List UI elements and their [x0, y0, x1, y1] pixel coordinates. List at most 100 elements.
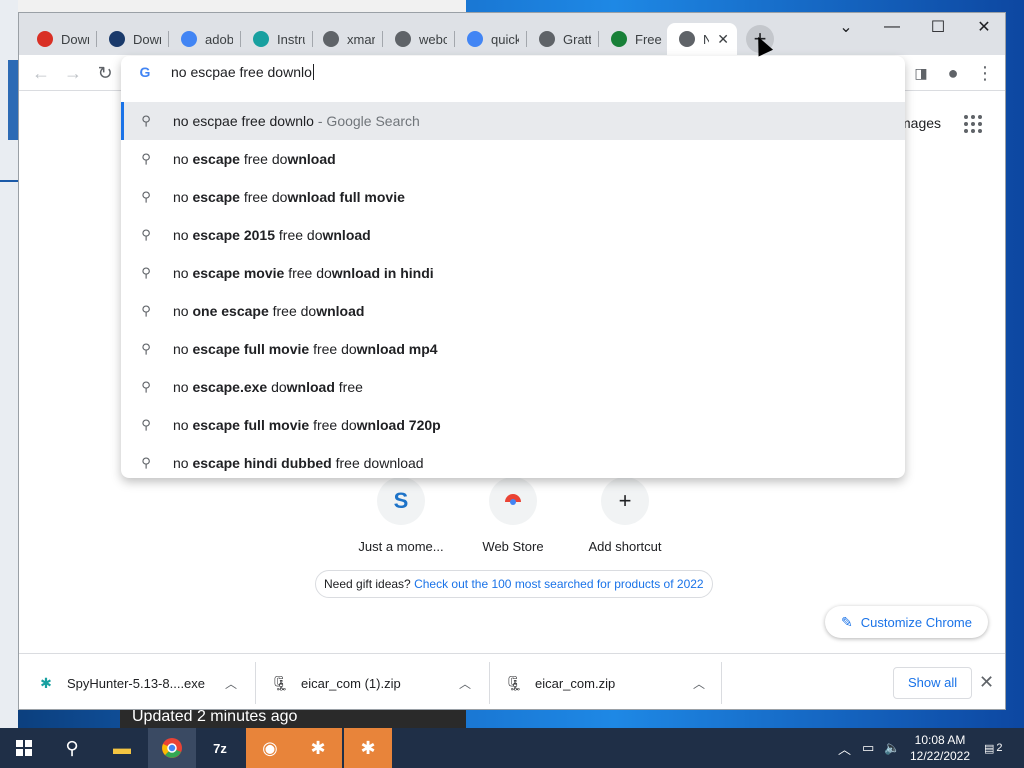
reload-icon[interactable]: ↻: [93, 61, 117, 85]
show-all-button[interactable]: Show all: [893, 667, 973, 699]
tab-3[interactable]: Instru: [241, 23, 313, 55]
apps-grid-icon[interactable]: [964, 115, 982, 133]
tab-2[interactable]: adobe: [169, 23, 241, 55]
desktop-top-strip: [18, 0, 466, 12]
download-item-spyhunter[interactable]: ✱ SpyHunter-5.13-8....exe ︿: [37, 662, 249, 704]
suggestion-text-part: free do: [239, 189, 288, 205]
spyhunter-installer-taskbar-icon[interactable]: ✱: [344, 728, 392, 768]
suggestion-text-part: no: [173, 455, 193, 471]
notification-count: 2: [996, 742, 1003, 754]
download-filename: SpyHunter-5.13-8....exe: [67, 675, 206, 691]
network-icon[interactable]: ▭: [862, 728, 874, 768]
suggestion-text-part: free do: [331, 455, 380, 471]
omnibox-suggestion[interactable]: ⚲ no escape.exe download free: [121, 368, 905, 406]
shortcut-add[interactable]: + Add shortcut: [569, 477, 681, 554]
search-icon: ⚲: [141, 113, 151, 128]
menu-icon[interactable]: ⋮: [973, 61, 997, 85]
suggestion-text-part: escape: [192, 151, 240, 167]
suggestion-text: no escape movie free download in hindi: [173, 265, 434, 281]
omnibox-suggestion[interactable]: ⚲ no escpae free downlo - Google Search: [121, 102, 905, 140]
close-window-button[interactable]: ✕: [961, 13, 1005, 41]
maximize-button[interactable]: ☐: [915, 13, 961, 41]
tab-search-icon[interactable]: ⌄: [823, 13, 869, 41]
person-icon: [253, 31, 269, 47]
download-filename: eicar_com (1).zip: [301, 675, 401, 691]
download-divider: [489, 662, 490, 704]
download-item-eicar-1[interactable]: 🗜 eicar_com (1).zip ︿: [271, 662, 483, 704]
side-panel-icon[interactable]: ◨: [909, 61, 933, 85]
zip-icon: 🗜: [505, 674, 523, 691]
omnibox-suggestion[interactable]: ⚲ no escape hindi dubbed free download: [121, 444, 905, 482]
download-divider: [721, 662, 722, 704]
forward-icon[interactable]: →: [61, 61, 85, 85]
suggestion-text-part: wnload: [322, 227, 371, 243]
tab-6[interactable]: quick: [455, 23, 527, 55]
close-download-bar-icon[interactable]: ✕: [979, 672, 994, 693]
tab-5[interactable]: webc: [383, 23, 455, 55]
omnibox-suggestion[interactable]: ⚲ no escape free download: [121, 140, 905, 178]
omnibox-suggestion[interactable]: ⚲ no escape full movie free download mp4: [121, 330, 905, 368]
file-explorer-icon[interactable]: ▬: [98, 728, 146, 768]
images-link[interactable]: mages: [899, 115, 941, 131]
q-app-icon[interactable]: ◉: [246, 728, 294, 768]
q-icon: [109, 31, 125, 47]
chevron-up-icon[interactable]: ︿: [225, 675, 237, 692]
omnibox-input[interactable]: G no escpae free downlo: [121, 56, 905, 88]
notification-icon[interactable]: ▤ 2: [984, 728, 1003, 768]
tray-chevron-icon[interactable]: ︿: [838, 728, 851, 768]
clock-time: 10:08 AM: [914, 733, 966, 747]
volume-icon[interactable]: 🔈: [884, 728, 900, 768]
spyhunter-taskbar-icon[interactable]: ✱: [294, 728, 342, 768]
tab-9[interactable]: Ne ✕: [667, 23, 737, 55]
gift-link[interactable]: Check out the 100 most searched for prod…: [414, 577, 704, 591]
suggestion-text-part: wnload: [379, 455, 424, 471]
search-icon: ⚲: [141, 417, 151, 432]
omnibox-suggestion[interactable]: ⚲ no escape 2015 free download: [121, 216, 905, 254]
7zip-icon[interactable]: 7z: [196, 728, 244, 768]
suggestion-text-part: wnload mp4: [356, 341, 438, 357]
minimize-button[interactable]: —: [869, 13, 915, 41]
tab-label: quick: [491, 31, 519, 47]
omnibox-suggestion[interactable]: ⚲ no escape movie free download in hindi: [121, 254, 905, 292]
plus-icon: +: [601, 477, 649, 525]
windows-start-icon[interactable]: [0, 728, 48, 768]
google-g-icon: G: [139, 64, 151, 80]
download-item-eicar[interactable]: 🗜 eicar_com.zip ︿: [505, 662, 717, 704]
tab-4[interactable]: xmarl: [311, 23, 383, 55]
omnibox-suggestion[interactable]: ⚲ no escape full movie free download 720p: [121, 406, 905, 444]
suggestion-text: no one escape free download: [173, 303, 364, 319]
tab-label: xmarl: [347, 31, 375, 47]
shortcut-web-store[interactable]: Web Store: [457, 477, 569, 554]
shortcut-just-a-moment[interactable]: S Just a mome...: [345, 477, 457, 554]
suggestion-text-part: free do: [275, 227, 323, 243]
tab-7[interactable]: Gratt: [527, 23, 599, 55]
tab-strip: Down Down adobe Instru xmarl webc quick Gratt Fr…: [19, 13, 1005, 55]
chrome-icon: [679, 31, 695, 47]
suggestion-text-part: wnload: [287, 151, 336, 167]
chevron-up-icon[interactable]: ︿: [693, 675, 705, 692]
tab-8[interactable]: Free: [599, 23, 671, 55]
search-icon[interactable]: ⚲: [48, 728, 96, 768]
tab-0[interactable]: Down: [25, 23, 97, 55]
suggestion-text-part: no escpae free downlo: [173, 113, 314, 129]
spyhunter-icon: ✱: [40, 674, 52, 691]
close-tab-icon[interactable]: ✕: [717, 31, 729, 48]
suggestion-text-part: free do: [268, 303, 317, 319]
system-clock[interactable]: 10:08 AM 12/22/2022: [902, 732, 978, 764]
text-caret: [312, 64, 314, 80]
back-icon[interactable]: ←: [29, 61, 53, 85]
chevron-up-icon[interactable]: ︿: [459, 675, 471, 692]
suggestion-text-part: escape 2015: [192, 227, 275, 243]
profile-icon[interactable]: ●: [941, 61, 965, 85]
suggestion-text: no escape hindi dubbed free download: [173, 455, 424, 471]
globe-icon: [323, 31, 339, 47]
chrome-taskbar-icon[interactable]: [148, 728, 196, 768]
tab-label: webc: [419, 31, 447, 47]
omnibox-suggestion[interactable]: ⚲ no escape free download full movie: [121, 178, 905, 216]
customize-chrome-button[interactable]: ✎ Customize Chrome: [825, 606, 988, 638]
download-filename: eicar_com.zip: [535, 675, 616, 691]
tab-1[interactable]: Down: [97, 23, 169, 55]
omnibox-suggestion[interactable]: ⚲ no one escape free download: [121, 292, 905, 330]
suggestion-text-part: no: [173, 379, 193, 395]
gift-ideas-chip[interactable]: Need gift ideas? Check out the 100 most …: [315, 570, 713, 598]
